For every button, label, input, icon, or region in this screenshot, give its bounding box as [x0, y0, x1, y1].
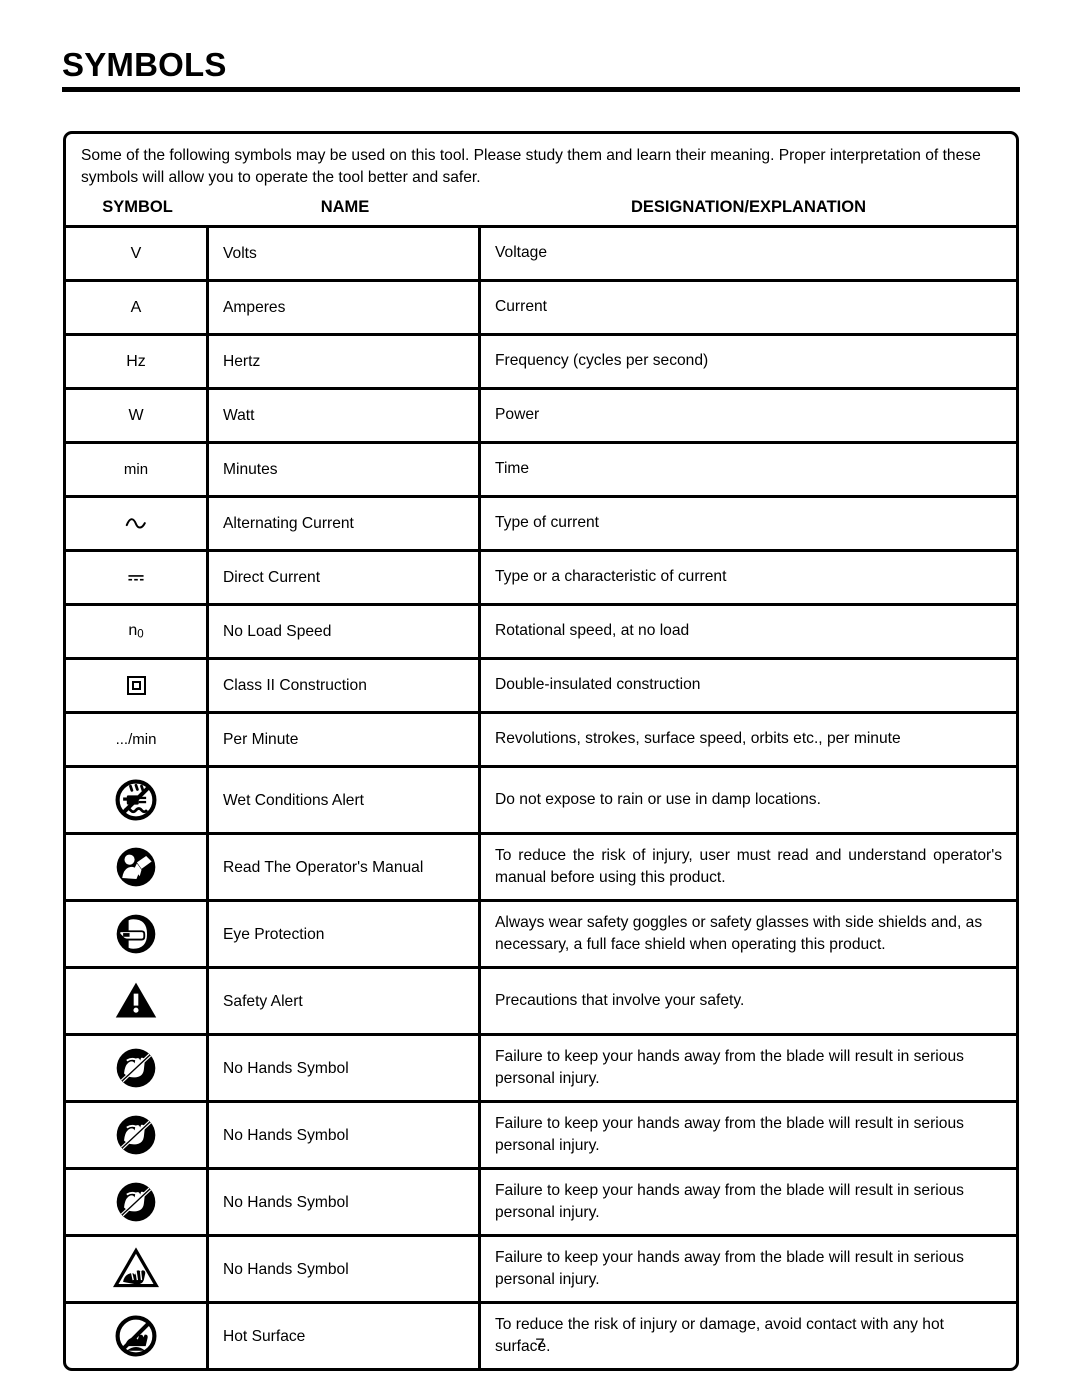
no-hands-icon-1	[66, 1036, 209, 1101]
wet-conditions-alert-icon	[66, 768, 209, 833]
per-minute-symbol: .../min	[66, 714, 209, 766]
page-title: SYMBOLS	[62, 46, 227, 83]
symbol-designation: Type or a characteristic of current	[495, 568, 727, 586]
read-operators-manual-icon	[66, 835, 209, 900]
alternating-current-icon	[66, 498, 209, 550]
table-row: V Volts Voltage	[66, 228, 1016, 283]
symbol-name: Minutes	[209, 444, 481, 496]
watt-symbol: W	[66, 390, 209, 442]
table-row: Class II Construction Double-insulated co…	[66, 660, 1016, 715]
symbol-name: No Hands Symbol	[209, 1103, 481, 1168]
letter-a-symbol: A	[66, 282, 209, 334]
column-header-symbol: SYMBOL	[102, 198, 173, 217]
document-page: SYMBOLS Some of the following symbols ma…	[0, 0, 1080, 1397]
symbol-name: No Hands Symbol	[209, 1036, 481, 1101]
symbol-name: Watt	[209, 390, 481, 442]
table-row: No Hands Symbol Failure to keep your hand…	[66, 1237, 1016, 1305]
table-row: Direct Current Type or a characteristic o…	[66, 552, 1016, 607]
table-row: Eye Protection Always wear safety goggles…	[66, 902, 1016, 970]
page-number: 7	[535, 1335, 545, 1354]
no-load-speed-icon: n0	[66, 606, 209, 658]
symbol-name: No Hands Symbol	[209, 1170, 481, 1235]
symbol-name: Per Minute	[209, 714, 481, 766]
hertz-symbol: Hz	[66, 336, 209, 388]
symbol-name: Amperes	[209, 282, 481, 334]
no-hands-icon-2	[66, 1103, 209, 1168]
symbol-designation: Type of current	[495, 514, 600, 532]
symbol-name: Hertz	[209, 336, 481, 388]
letter-v-symbol: V	[66, 228, 209, 280]
symbol-name: Wet Conditions Alert	[209, 768, 481, 833]
symbol-designation: Failure to keep your hands away from the…	[495, 1114, 964, 1155]
no-hands-triangle-icon	[66, 1237, 209, 1302]
table-row: Read The Operator's Manual To reduce the …	[66, 835, 1016, 903]
symbol-name: Safety Alert	[209, 969, 481, 1034]
symbol-designation: Revolutions, strokes, surface speed, orb…	[495, 730, 901, 748]
title-rule	[62, 87, 1020, 92]
minutes-symbol: min	[66, 444, 209, 496]
column-header-name: NAME	[320, 198, 370, 217]
class-two-construction-icon	[66, 660, 209, 712]
symbol-designation: Failure to keep your hands away from the…	[495, 1181, 964, 1222]
symbol-name: No Hands Symbol	[209, 1237, 481, 1302]
symbol-designation: Voltage	[495, 244, 548, 262]
table-row: W Watt Power	[66, 390, 1016, 445]
table-row: .../min Per Minute Revolutions, strokes, s…	[66, 714, 1016, 769]
eye-protection-icon	[66, 902, 209, 967]
symbol-designation: Power	[495, 406, 540, 424]
symbol-name: Direct Current	[209, 552, 481, 604]
symbol-designation: To reduce the risk of injury, user must …	[481, 835, 1016, 899]
symbol-name: Class II Construction	[209, 660, 481, 712]
symbol-designation: Failure to keep your hands away from the…	[495, 1047, 964, 1088]
page-header: SYMBOLS	[62, 48, 1020, 92]
symbol-designation: Do not expose to rain or use in damp loc…	[495, 790, 821, 808]
symbol-designation: Current	[495, 298, 547, 316]
symbols-table: Some of the following symbols may be use…	[63, 131, 1019, 1372]
symbol-designation: Precautions that involve your safety.	[495, 991, 745, 1009]
symbol-name: Eye Protection	[209, 902, 481, 967]
symbol-name: Read The Operator's Manual	[209, 835, 481, 900]
symbol-name: No Load Speed	[209, 606, 481, 658]
table-row: No Hands Symbol Failure to keep your hand…	[66, 1170, 1016, 1238]
table-row: No Hands Symbol Failure to keep your hand…	[66, 1036, 1016, 1104]
table-row: No Hands Symbol Failure to keep your hand…	[66, 1103, 1016, 1171]
table-row: n0 No Load Speed Rotational speed, at no l…	[66, 606, 1016, 661]
symbol-name: Volts	[209, 228, 481, 280]
table-row: Hz Hertz Frequency (cycles per second)	[66, 336, 1016, 391]
column-header-designation: DESIGNATION/EXPLANATION	[631, 198, 866, 217]
table-row: min Minutes Time	[66, 444, 1016, 499]
table-column-headers: SYMBOL NAME DESIGNATION/EXPLANATION	[66, 191, 1016, 229]
symbol-designation: Time	[495, 460, 530, 478]
table-body: V Volts Voltage A Amperes Current Hz Hertz Frequ…	[66, 228, 1016, 1369]
safety-alert-icon	[66, 969, 209, 1034]
symbol-designation: Double-insulated construction	[495, 676, 701, 694]
table-row: A Amperes Current	[66, 282, 1016, 337]
no-hands-icon-3	[66, 1170, 209, 1235]
table-row: Alternating Current Type of current	[66, 498, 1016, 553]
symbol-designation: Rotational speed, at no load	[495, 622, 690, 640]
symbol-name: Alternating Current	[209, 498, 481, 550]
direct-current-icon	[66, 552, 209, 604]
symbol-designation: Always wear safety goggles or safety gla…	[495, 913, 983, 954]
table-row: Safety Alert Precautions that involve you…	[66, 969, 1016, 1037]
symbol-designation: Frequency (cycles per second)	[495, 352, 709, 370]
table-row: Wet Conditions Alert Do not expose to rai…	[66, 768, 1016, 836]
symbol-designation: Failure to keep your hands away from the…	[495, 1248, 964, 1289]
intro-paragraph: Some of the following symbols may be use…	[81, 147, 981, 187]
symbol-designation-text: To reduce the risk of injury, user must …	[495, 846, 1002, 887]
